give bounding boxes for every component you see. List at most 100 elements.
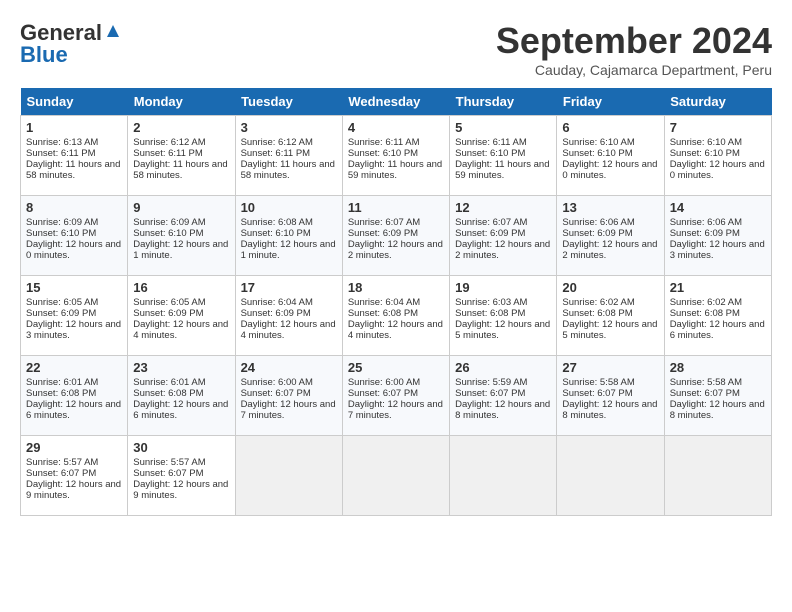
sunrise: Sunrise: 6:05 AM — [133, 297, 229, 308]
day-cell-1: 1 Sunrise: 6:13 AMSunset: 6:11 PMDaylight… — [21, 116, 128, 196]
sunrise: Sunrise: 6:06 AM — [670, 217, 766, 228]
sunrise: Sunrise: 6:03 AM — [455, 297, 551, 308]
day-number: 14 — [670, 200, 766, 215]
logo-arrow — [104, 23, 122, 46]
day-number: 29 — [26, 440, 122, 455]
daylight: Daylight: 11 hours and 58 minutes. — [26, 159, 122, 181]
day-header-sunday: Sunday — [21, 88, 128, 116]
sunset: Sunset: 6:09 PM — [241, 308, 337, 319]
sunset: Sunset: 6:10 PM — [670, 148, 766, 159]
sunrise: Sunrise: 6:07 AM — [455, 217, 551, 228]
week-row-5: 29Sunrise: 5:57 AMSunset: 6:07 PMDayligh… — [21, 436, 772, 516]
sunset: Sunset: 6:10 PM — [133, 228, 229, 239]
sunrise: Sunrise: 5:57 AM — [26, 457, 122, 468]
sunset: Sunset: 6:07 PM — [241, 388, 337, 399]
sunrise: Sunrise: 5:58 AM — [670, 377, 766, 388]
location: Cauday, Cajamarca Department, Peru — [496, 62, 772, 78]
sunset: Sunset: 6:11 PM — [133, 148, 229, 159]
sunrise: Sunrise: 6:10 AM — [562, 137, 658, 148]
sunset: Sunset: 6:09 PM — [562, 228, 658, 239]
day-number: 26 — [455, 360, 551, 375]
calendar-table: SundayMondayTuesdayWednesdayThursdayFrid… — [20, 88, 772, 516]
day-header-friday: Friday — [557, 88, 664, 116]
empty-cell — [235, 436, 342, 516]
day-cell-21: 21Sunrise: 6:02 AMSunset: 6:08 PMDayligh… — [664, 276, 771, 356]
sunrise: Sunrise: 6:05 AM — [26, 297, 122, 308]
day-number: 13 — [562, 200, 658, 215]
sunset: Sunset: 6:11 PM — [26, 148, 122, 159]
daylight: Daylight: 12 hours and 4 minutes. — [133, 319, 229, 341]
daylight: Daylight: 12 hours and 6 minutes. — [133, 399, 229, 421]
empty-cell — [450, 436, 557, 516]
daylight: Daylight: 12 hours and 8 minutes. — [562, 399, 658, 421]
day-cell-2: 2Sunrise: 6:12 AMSunset: 6:11 PMDaylight… — [128, 116, 235, 196]
sunset: Sunset: 6:10 PM — [455, 148, 551, 159]
day-number: 7 — [670, 120, 766, 135]
sunset: Sunset: 6:09 PM — [670, 228, 766, 239]
day-cell-8: 8Sunrise: 6:09 AMSunset: 6:10 PMDaylight… — [21, 196, 128, 276]
empty-cell — [557, 436, 664, 516]
day-cell-16: 16Sunrise: 6:05 AMSunset: 6:09 PMDayligh… — [128, 276, 235, 356]
daylight: Daylight: 12 hours and 0 minutes. — [26, 239, 122, 261]
sunrise: Sunrise: 6:04 AM — [348, 297, 444, 308]
daylight: Daylight: 11 hours and 59 minutes. — [348, 159, 444, 181]
day-cell-11: 11Sunrise: 6:07 AMSunset: 6:09 PMDayligh… — [342, 196, 449, 276]
sunrise: Sunrise: 6:02 AM — [670, 297, 766, 308]
daylight: Daylight: 12 hours and 8 minutes. — [455, 399, 551, 421]
daylight: Daylight: 12 hours and 1 minute. — [133, 239, 229, 261]
sunrise: Sunrise: 6:12 AM — [241, 137, 337, 148]
day-cell-7: 7Sunrise: 6:10 AMSunset: 6:10 PMDaylight… — [664, 116, 771, 196]
day-cell-15: 15Sunrise: 6:05 AMSunset: 6:09 PMDayligh… — [21, 276, 128, 356]
day-cell-23: 23Sunrise: 6:01 AMSunset: 6:08 PMDayligh… — [128, 356, 235, 436]
day-cell-20: 20Sunrise: 6:02 AMSunset: 6:08 PMDayligh… — [557, 276, 664, 356]
sunset: Sunset: 6:07 PM — [348, 388, 444, 399]
page-header: General Blue September 2024 Cauday, Caja… — [20, 20, 772, 78]
day-number: 30 — [133, 440, 229, 455]
day-header-monday: Monday — [128, 88, 235, 116]
sunset: Sunset: 6:07 PM — [670, 388, 766, 399]
day-number: 10 — [241, 200, 337, 215]
day-cell-5: 5Sunrise: 6:11 AMSunset: 6:10 PMDaylight… — [450, 116, 557, 196]
daylight: Daylight: 12 hours and 7 minutes. — [348, 399, 444, 421]
sunset: Sunset: 6:09 PM — [455, 228, 551, 239]
daylight: Daylight: 12 hours and 6 minutes. — [26, 399, 122, 421]
day-number: 25 — [348, 360, 444, 375]
day-cell-24: 24Sunrise: 6:00 AMSunset: 6:07 PMDayligh… — [235, 356, 342, 436]
daylight: Daylight: 11 hours and 58 minutes. — [133, 159, 229, 181]
day-cell-25: 25Sunrise: 6:00 AMSunset: 6:07 PMDayligh… — [342, 356, 449, 436]
daylight: Daylight: 12 hours and 3 minutes. — [26, 319, 122, 341]
sunrise: Sunrise: 6:01 AM — [26, 377, 122, 388]
day-cell-12: 12Sunrise: 6:07 AMSunset: 6:09 PMDayligh… — [450, 196, 557, 276]
day-cell-28: 28Sunrise: 5:58 AMSunset: 6:07 PMDayligh… — [664, 356, 771, 436]
day-number: 11 — [348, 200, 444, 215]
daylight: Daylight: 12 hours and 2 minutes. — [348, 239, 444, 261]
day-number: 17 — [241, 280, 337, 295]
day-cell-4: 4Sunrise: 6:11 AMSunset: 6:10 PMDaylight… — [342, 116, 449, 196]
day-cell-26: 26Sunrise: 5:59 AMSunset: 6:07 PMDayligh… — [450, 356, 557, 436]
day-cell-17: 17Sunrise: 6:04 AMSunset: 6:09 PMDayligh… — [235, 276, 342, 356]
sunset: Sunset: 6:08 PM — [133, 388, 229, 399]
sunset: Sunset: 6:10 PM — [26, 228, 122, 239]
daylight: Daylight: 12 hours and 2 minutes. — [562, 239, 658, 261]
day-cell-22: 22Sunrise: 6:01 AMSunset: 6:08 PMDayligh… — [21, 356, 128, 436]
sunrise: Sunrise: 5:59 AM — [455, 377, 551, 388]
daylight: Daylight: 12 hours and 0 minutes. — [670, 159, 766, 181]
week-row-2: 8Sunrise: 6:09 AMSunset: 6:10 PMDaylight… — [21, 196, 772, 276]
sunset: Sunset: 6:10 PM — [241, 228, 337, 239]
sunrise: Sunrise: 6:13 AM — [26, 137, 122, 148]
day-cell-18: 18Sunrise: 6:04 AMSunset: 6:08 PMDayligh… — [342, 276, 449, 356]
logo: General Blue — [20, 20, 122, 68]
daylight: Daylight: 12 hours and 5 minutes. — [562, 319, 658, 341]
empty-cell — [664, 436, 771, 516]
sunrise: Sunrise: 6:02 AM — [562, 297, 658, 308]
logo-blue: Blue — [20, 42, 68, 68]
day-number: 27 — [562, 360, 658, 375]
daylight: Daylight: 12 hours and 1 minute. — [241, 239, 337, 261]
day-number: 1 — [26, 120, 122, 135]
sunrise: Sunrise: 6:12 AM — [133, 137, 229, 148]
day-number: 21 — [670, 280, 766, 295]
day-number: 4 — [348, 120, 444, 135]
days-header-row: SundayMondayTuesdayWednesdayThursdayFrid… — [21, 88, 772, 116]
day-cell-27: 27Sunrise: 5:58 AMSunset: 6:07 PMDayligh… — [557, 356, 664, 436]
day-header-thursday: Thursday — [450, 88, 557, 116]
